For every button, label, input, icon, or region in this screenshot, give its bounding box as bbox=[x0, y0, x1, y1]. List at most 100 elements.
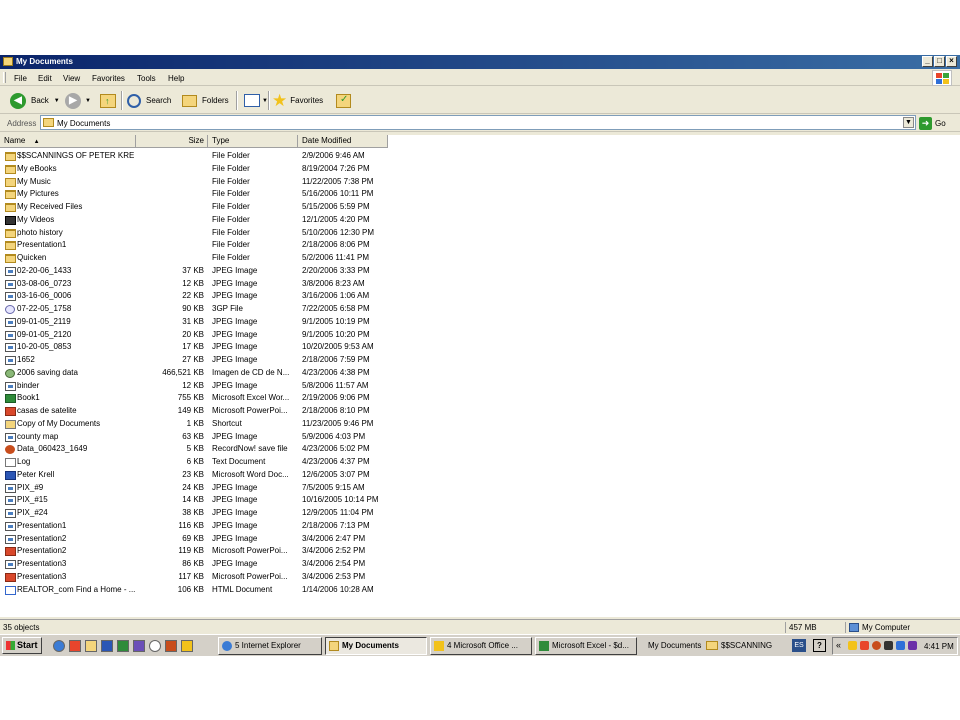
minimize-button[interactable]: _ bbox=[922, 56, 933, 67]
task-label: 4 Microsoft Office ... bbox=[447, 641, 518, 650]
column-header-size[interactable]: Size bbox=[136, 135, 208, 148]
history-button[interactable]: ✓ bbox=[336, 91, 351, 110]
chevron-down-icon[interactable]: ▼ bbox=[903, 117, 914, 128]
file-row[interactable]: Data_060423_1649 5 KB RecordNow! save file… bbox=[0, 443, 400, 456]
file-row[interactable]: My Pictures File Folder 5/16/2006 10:11 PM bbox=[0, 188, 400, 201]
file-row[interactable]: 09-01-05_2119 31 KB JPEG Image 9/1/2005 10:… bbox=[0, 316, 400, 329]
file-row[interactable]: My eBooks File Folder 8/19/2004 7:26 PM bbox=[0, 163, 400, 176]
file-row[interactable]: 07-22-05_1758 90 KB 3GP File 7/22/2005 6:58… bbox=[0, 303, 400, 316]
file-row[interactable]: 03-08-06_0723 12 KB JPEG Image 3/8/2006 8:2… bbox=[0, 278, 400, 291]
file-row[interactable]: photo history File Folder 5/10/2006 12:30 … bbox=[0, 227, 400, 240]
file-date: 8/19/2004 7:26 PM bbox=[302, 163, 370, 173]
tray-app-icon[interactable] bbox=[872, 641, 881, 650]
file-row[interactable]: Presentation2 69 KB JPEG Image 3/4/2006 2:4… bbox=[0, 533, 400, 546]
file-row[interactable]: PIX_#24 38 KB JPEG Image 12/9/2005 11:04 PM bbox=[0, 507, 400, 520]
views-button[interactable]: ▼ bbox=[244, 91, 268, 110]
file-row[interactable]: REALTOR_com Find a Home - ... 106 KB HTML … bbox=[0, 584, 400, 597]
deskband-scanning[interactable]: $$SCANNING bbox=[721, 641, 772, 650]
back-button[interactable]: ◀ Back ▼ bbox=[10, 91, 60, 110]
word-icon[interactable] bbox=[101, 640, 113, 652]
file-row[interactable]: casas de satelite 149 KB Microsoft PowerPo… bbox=[0, 405, 400, 418]
column-header-date[interactable]: Date Modified bbox=[298, 135, 388, 148]
file-row[interactable]: 03-16-06_0006 22 KB JPEG Image 3/16/2006 1:… bbox=[0, 290, 400, 303]
internet-explorer-icon[interactable] bbox=[53, 640, 65, 652]
file-row[interactable]: Quicken File Folder 5/2/2006 11:41 PM bbox=[0, 252, 400, 265]
file-row[interactable]: PIX_#15 14 KB JPEG Image 10/16/2005 10:14 P… bbox=[0, 494, 400, 507]
folders-button[interactable]: Folders bbox=[182, 91, 229, 110]
start-button[interactable]: Start bbox=[2, 637, 42, 654]
menu-help[interactable]: Help bbox=[168, 74, 184, 83]
file-row[interactable]: Book1 755 KB Microsoft Excel Wor... 2/19/20… bbox=[0, 392, 400, 405]
file-row[interactable]: $$SCANNINGS OF PETER KRELL File Folder 2/9… bbox=[0, 150, 400, 163]
file-row[interactable]: My Received Files File Folder 5/15/2006 5:… bbox=[0, 201, 400, 214]
clock[interactable]: 4:41 PM bbox=[924, 642, 954, 651]
file-list[interactable]: Name ▲ Size Type Date Modified $$SCANNIN… bbox=[0, 135, 960, 617]
file-row[interactable]: Presentation3 86 KB JPEG Image 3/4/2006 2:5… bbox=[0, 558, 400, 571]
tray-app-icon[interactable] bbox=[884, 641, 893, 650]
jpeg-icon bbox=[5, 509, 16, 518]
file-row[interactable]: 1652 27 KB JPEG Image 2/18/2006 7:59 PM bbox=[0, 354, 400, 367]
file-row[interactable]: PIX_#9 24 KB JPEG Image 7/5/2005 9:15 AM bbox=[0, 482, 400, 495]
file-row[interactable]: 2006 saving data 466,521 KB Imagen de CD d… bbox=[0, 367, 400, 380]
file-row[interactable]: county map 63 KB JPEG Image 5/9/2006 4:03 P… bbox=[0, 431, 400, 444]
file-size: 117 KB bbox=[178, 571, 204, 581]
file-row[interactable]: 09-01-05_2120 20 KB JPEG Image 9/1/2005 10:… bbox=[0, 329, 400, 342]
deskband-my-documents[interactable]: My Documents bbox=[648, 641, 701, 650]
language-indicator[interactable]: ES bbox=[792, 639, 806, 652]
file-date: 12/6/2005 3:07 PM bbox=[302, 469, 370, 479]
address-input[interactable]: My Documents ▼ bbox=[40, 115, 916, 130]
onenote-icon[interactable] bbox=[133, 640, 145, 652]
toolbar-grip[interactable] bbox=[3, 72, 6, 83]
file-row[interactable]: Presentation3 117 KB Microsoft PowerPoi...… bbox=[0, 571, 400, 584]
taskbar-microsoft-office[interactable]: 4 Microsoft Office ... bbox=[430, 637, 532, 655]
file-row[interactable]: Presentation2 119 KB Microsoft PowerPoi...… bbox=[0, 545, 400, 558]
menu-tools[interactable]: Tools bbox=[137, 74, 156, 83]
folder-icon[interactable] bbox=[85, 640, 97, 652]
chevron-down-icon[interactable]: ▼ bbox=[85, 98, 91, 104]
search-button[interactable]: Search bbox=[127, 91, 171, 110]
menu-view[interactable]: View bbox=[63, 74, 80, 83]
file-row[interactable]: Log 6 KB Text Document 4/23/2006 4:37 PM bbox=[0, 456, 400, 469]
desktop-icon[interactable] bbox=[181, 640, 193, 652]
tray-app-icon[interactable] bbox=[848, 641, 857, 650]
menu-edit[interactable]: Edit bbox=[38, 74, 52, 83]
chevron-down-icon[interactable]: ▼ bbox=[54, 98, 60, 104]
forward-button[interactable]: ▶ ▼ bbox=[65, 91, 91, 110]
taskbar-my-documents[interactable]: My Documents bbox=[325, 637, 427, 655]
tray-app-icon[interactable] bbox=[908, 641, 917, 650]
excel-icon[interactable] bbox=[117, 640, 129, 652]
column-header-type[interactable]: Type bbox=[208, 135, 298, 148]
powerpoint-icon bbox=[5, 547, 16, 557]
file-row[interactable]: Presentation1 File Folder 2/18/2006 8:06 P… bbox=[0, 239, 400, 252]
jpeg-icon bbox=[5, 534, 16, 544]
up-folder-button[interactable]: ↑ bbox=[100, 91, 116, 110]
messenger-icon[interactable] bbox=[165, 640, 177, 652]
column-header-name[interactable]: Name ▲ bbox=[0, 135, 136, 148]
file-row[interactable]: My Music File Folder 11/22/2005 7:38 PM bbox=[0, 176, 400, 189]
file-size: 119 KB bbox=[178, 546, 204, 556]
file-row[interactable]: Copy of My Documents 1 KB Shortcut 11/23/20… bbox=[0, 418, 400, 431]
file-row[interactable]: binder 12 KB JPEG Image 5/8/2006 11:57 AM bbox=[0, 380, 400, 393]
tray-app-icon[interactable] bbox=[860, 641, 869, 650]
close-button[interactable]: × bbox=[946, 56, 957, 67]
file-row[interactable]: 02-20-06_1433 37 KB JPEG Image 2/20/2006 3:… bbox=[0, 265, 400, 278]
taskbar-internet-explorer[interactable]: 5 Internet Explorer bbox=[218, 637, 322, 655]
file-date: 5/15/2006 5:59 PM bbox=[302, 202, 370, 211]
title-bar[interactable]: My Documents _ □ × bbox=[0, 55, 960, 69]
file-row[interactable]: 10-20-05_0853 17 KB JPEG Image 10/20/2005 9… bbox=[0, 341, 400, 354]
outlook-icon[interactable] bbox=[69, 640, 81, 652]
taskbar-microsoft-excel[interactable]: Microsoft Excel - $d... bbox=[535, 637, 637, 655]
file-row[interactable]: My Videos File Folder 12/1/2005 4:20 PM bbox=[0, 214, 400, 227]
file-row[interactable]: Peter Krell 23 KB Microsoft Word Doc... 12/… bbox=[0, 469, 400, 482]
file-row[interactable]: Presentation1 116 KB JPEG Image 2/18/2006 7… bbox=[0, 520, 400, 533]
tray-expand-icon[interactable]: « bbox=[836, 640, 841, 650]
media-player-icon[interactable] bbox=[149, 640, 161, 652]
favorites-button[interactable]: ★ Favorites bbox=[272, 91, 323, 110]
menu-file[interactable]: File bbox=[14, 74, 27, 83]
menu-favorites[interactable]: Favorites bbox=[92, 74, 125, 83]
help-icon[interactable]: ? bbox=[813, 639, 826, 652]
network-icon[interactable] bbox=[896, 641, 905, 650]
go-button[interactable]: ➜ Go bbox=[919, 116, 946, 130]
word-icon bbox=[5, 470, 16, 480]
maximize-button[interactable]: □ bbox=[934, 56, 945, 67]
